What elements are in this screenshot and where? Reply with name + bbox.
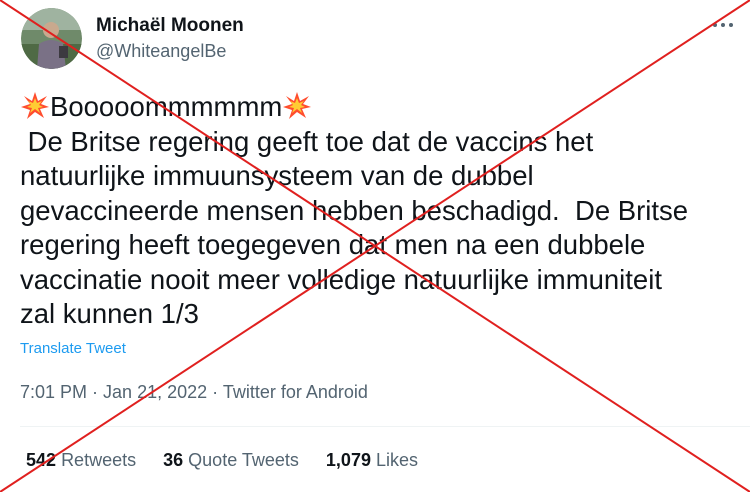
translate-tweet-link[interactable]: Translate Tweet — [20, 340, 126, 357]
collision-emoji-icon — [283, 92, 312, 119]
tweet-text-line: zal kunnen 1/3 — [20, 298, 199, 329]
tweet-text-line: De Britse regering geeft toe dat de vacc… — [20, 125, 594, 157]
retweets-count: 542 — [26, 450, 57, 470]
tweet-first-line-text: Booooommmmmm — [50, 91, 283, 122]
tweet-stats: 542 Retweets 36 Quote Tweets 1,079 Likes — [26, 450, 440, 471]
tweet-first-line: Booooommmmmm — [20, 90, 740, 125]
tweet-time[interactable]: 7:01 PM — [20, 382, 87, 402]
tweet-text-line: natuurlijke immuunsysteem van de dubbel — [20, 160, 534, 191]
likes-count: 1,079 — [325, 450, 371, 470]
meta-separator: · — [87, 382, 104, 402]
tweet-text-line: gevaccineerde mensen hebben beschadigd. … — [20, 194, 689, 226]
collision-emoji-icon — [21, 92, 49, 119]
tweet-text-line: vaccinatie nooit meer volledige natuurli… — [20, 263, 662, 295]
tweet-date[interactable]: Jan 21, 2022 — [103, 382, 207, 402]
author-name[interactable]: Michaël Moonen — [96, 14, 244, 38]
divider — [20, 426, 750, 427]
tweet-text: Booooommmmmm De Britse regering geeft to… — [20, 90, 740, 332]
more-options-icon[interactable] — [710, 12, 736, 38]
tweet-text-line: regering heeft toegegeven dat men na een… — [20, 229, 646, 260]
retweets-label: Retweets — [61, 450, 137, 470]
avatar[interactable] — [21, 8, 82, 69]
likes-stat[interactable]: 1,079 Likes — [326, 450, 418, 471]
author-handle[interactable]: @WhiteangelBe — [96, 40, 226, 62]
retweets-stat[interactable]: 542 Retweets — [26, 450, 136, 471]
tweet-source[interactable]: Twitter for Android — [223, 382, 368, 402]
quote-tweets-count: 36 — [163, 450, 184, 470]
tweet-meta: 7:01 PM · Jan 21, 2022 · Twitter for And… — [20, 382, 368, 403]
quote-tweets-label: Quote Tweets — [188, 450, 299, 470]
quote-tweets-stat[interactable]: 36 Quote Tweets — [163, 450, 299, 471]
avatar-image — [21, 8, 82, 69]
likes-label: Likes — [375, 450, 419, 470]
tweet-card: Michaël Moonen @WhiteangelBe Booooommmmm… — [0, 0, 750, 492]
meta-separator: · — [207, 382, 223, 402]
